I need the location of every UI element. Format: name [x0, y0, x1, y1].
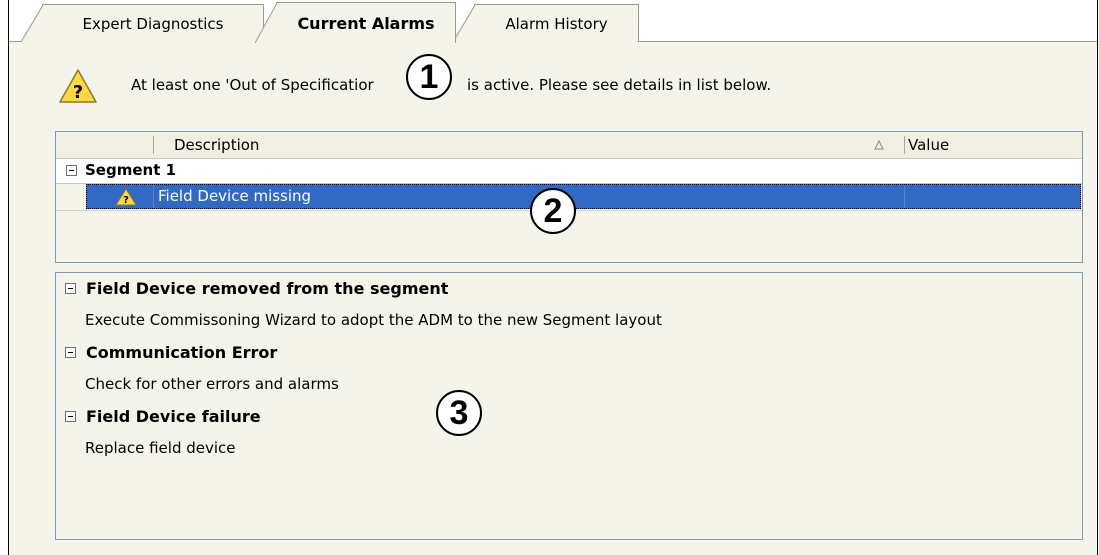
- remedy-title: Field Device removed from the segment: [86, 279, 449, 298]
- tab-label: Expert Diagnostics: [82, 14, 224, 33]
- status-message-left: At least one 'Out of Specificatior: [131, 76, 374, 94]
- remedy-title: Communication Error: [86, 343, 278, 362]
- warning-icon: ?: [59, 69, 97, 103]
- remedy-panel: Field Device removed from the segment Ex…: [55, 272, 1083, 540]
- remedy-title: Field Device failure: [86, 407, 261, 426]
- tab-current-alarms[interactable]: Current Alarms: [255, 2, 456, 43]
- cell-separator: [904, 185, 905, 208]
- collapse-icon[interactable]: [65, 347, 76, 358]
- tab-slant: [453, 5, 475, 42]
- collapse-icon[interactable]: [65, 411, 76, 422]
- warning-icon: ?: [115, 188, 137, 206]
- remedy-text: Check for other errors and alarms: [85, 375, 339, 393]
- tab-slant: [21, 5, 43, 42]
- alarm-row-selected[interactable]: ? Field Device missing: [86, 184, 1081, 209]
- svg-text:?: ?: [73, 82, 83, 103]
- grid-header: Description Value: [56, 132, 1082, 159]
- tab-alarm-history[interactable]: Alarm History: [453, 4, 639, 42]
- remedy-text: Execute Commissoning Wizard to adopt the…: [85, 311, 662, 329]
- collapse-icon[interactable]: [66, 165, 77, 176]
- status-message-right: is active. Please see details in list be…: [467, 76, 772, 94]
- column-separator: [904, 136, 905, 154]
- callout-3: 3: [436, 390, 482, 436]
- tab-expert-diagnostics[interactable]: Expert Diagnostics: [21, 4, 264, 42]
- callout-number: 2: [543, 191, 563, 230]
- tab-label: Current Alarms: [297, 13, 435, 33]
- tab-slant: [255, 3, 277, 43]
- column-separator: [153, 136, 154, 154]
- cell-separator: [153, 185, 154, 208]
- group-row-segment[interactable]: Segment 1: [56, 159, 1082, 184]
- callout-2: 2: [530, 188, 576, 234]
- alarm-description: Field Device missing: [158, 187, 312, 205]
- sort-ascending-icon: [874, 140, 884, 150]
- collapse-icon[interactable]: [65, 283, 76, 294]
- callout-number: 1: [419, 57, 439, 96]
- column-header-description[interactable]: Description: [174, 136, 259, 154]
- group-label: Segment 1: [85, 161, 177, 179]
- callout-number: 3: [449, 393, 469, 432]
- svg-text:?: ?: [123, 195, 129, 206]
- remedy-text: Replace field device: [85, 439, 236, 457]
- tab-label: Alarm History: [505, 14, 608, 33]
- status-message: At least one 'Out of Specificatior is ac…: [131, 76, 771, 94]
- column-header-value[interactable]: Value: [908, 136, 949, 154]
- callout-1: 1: [406, 54, 452, 100]
